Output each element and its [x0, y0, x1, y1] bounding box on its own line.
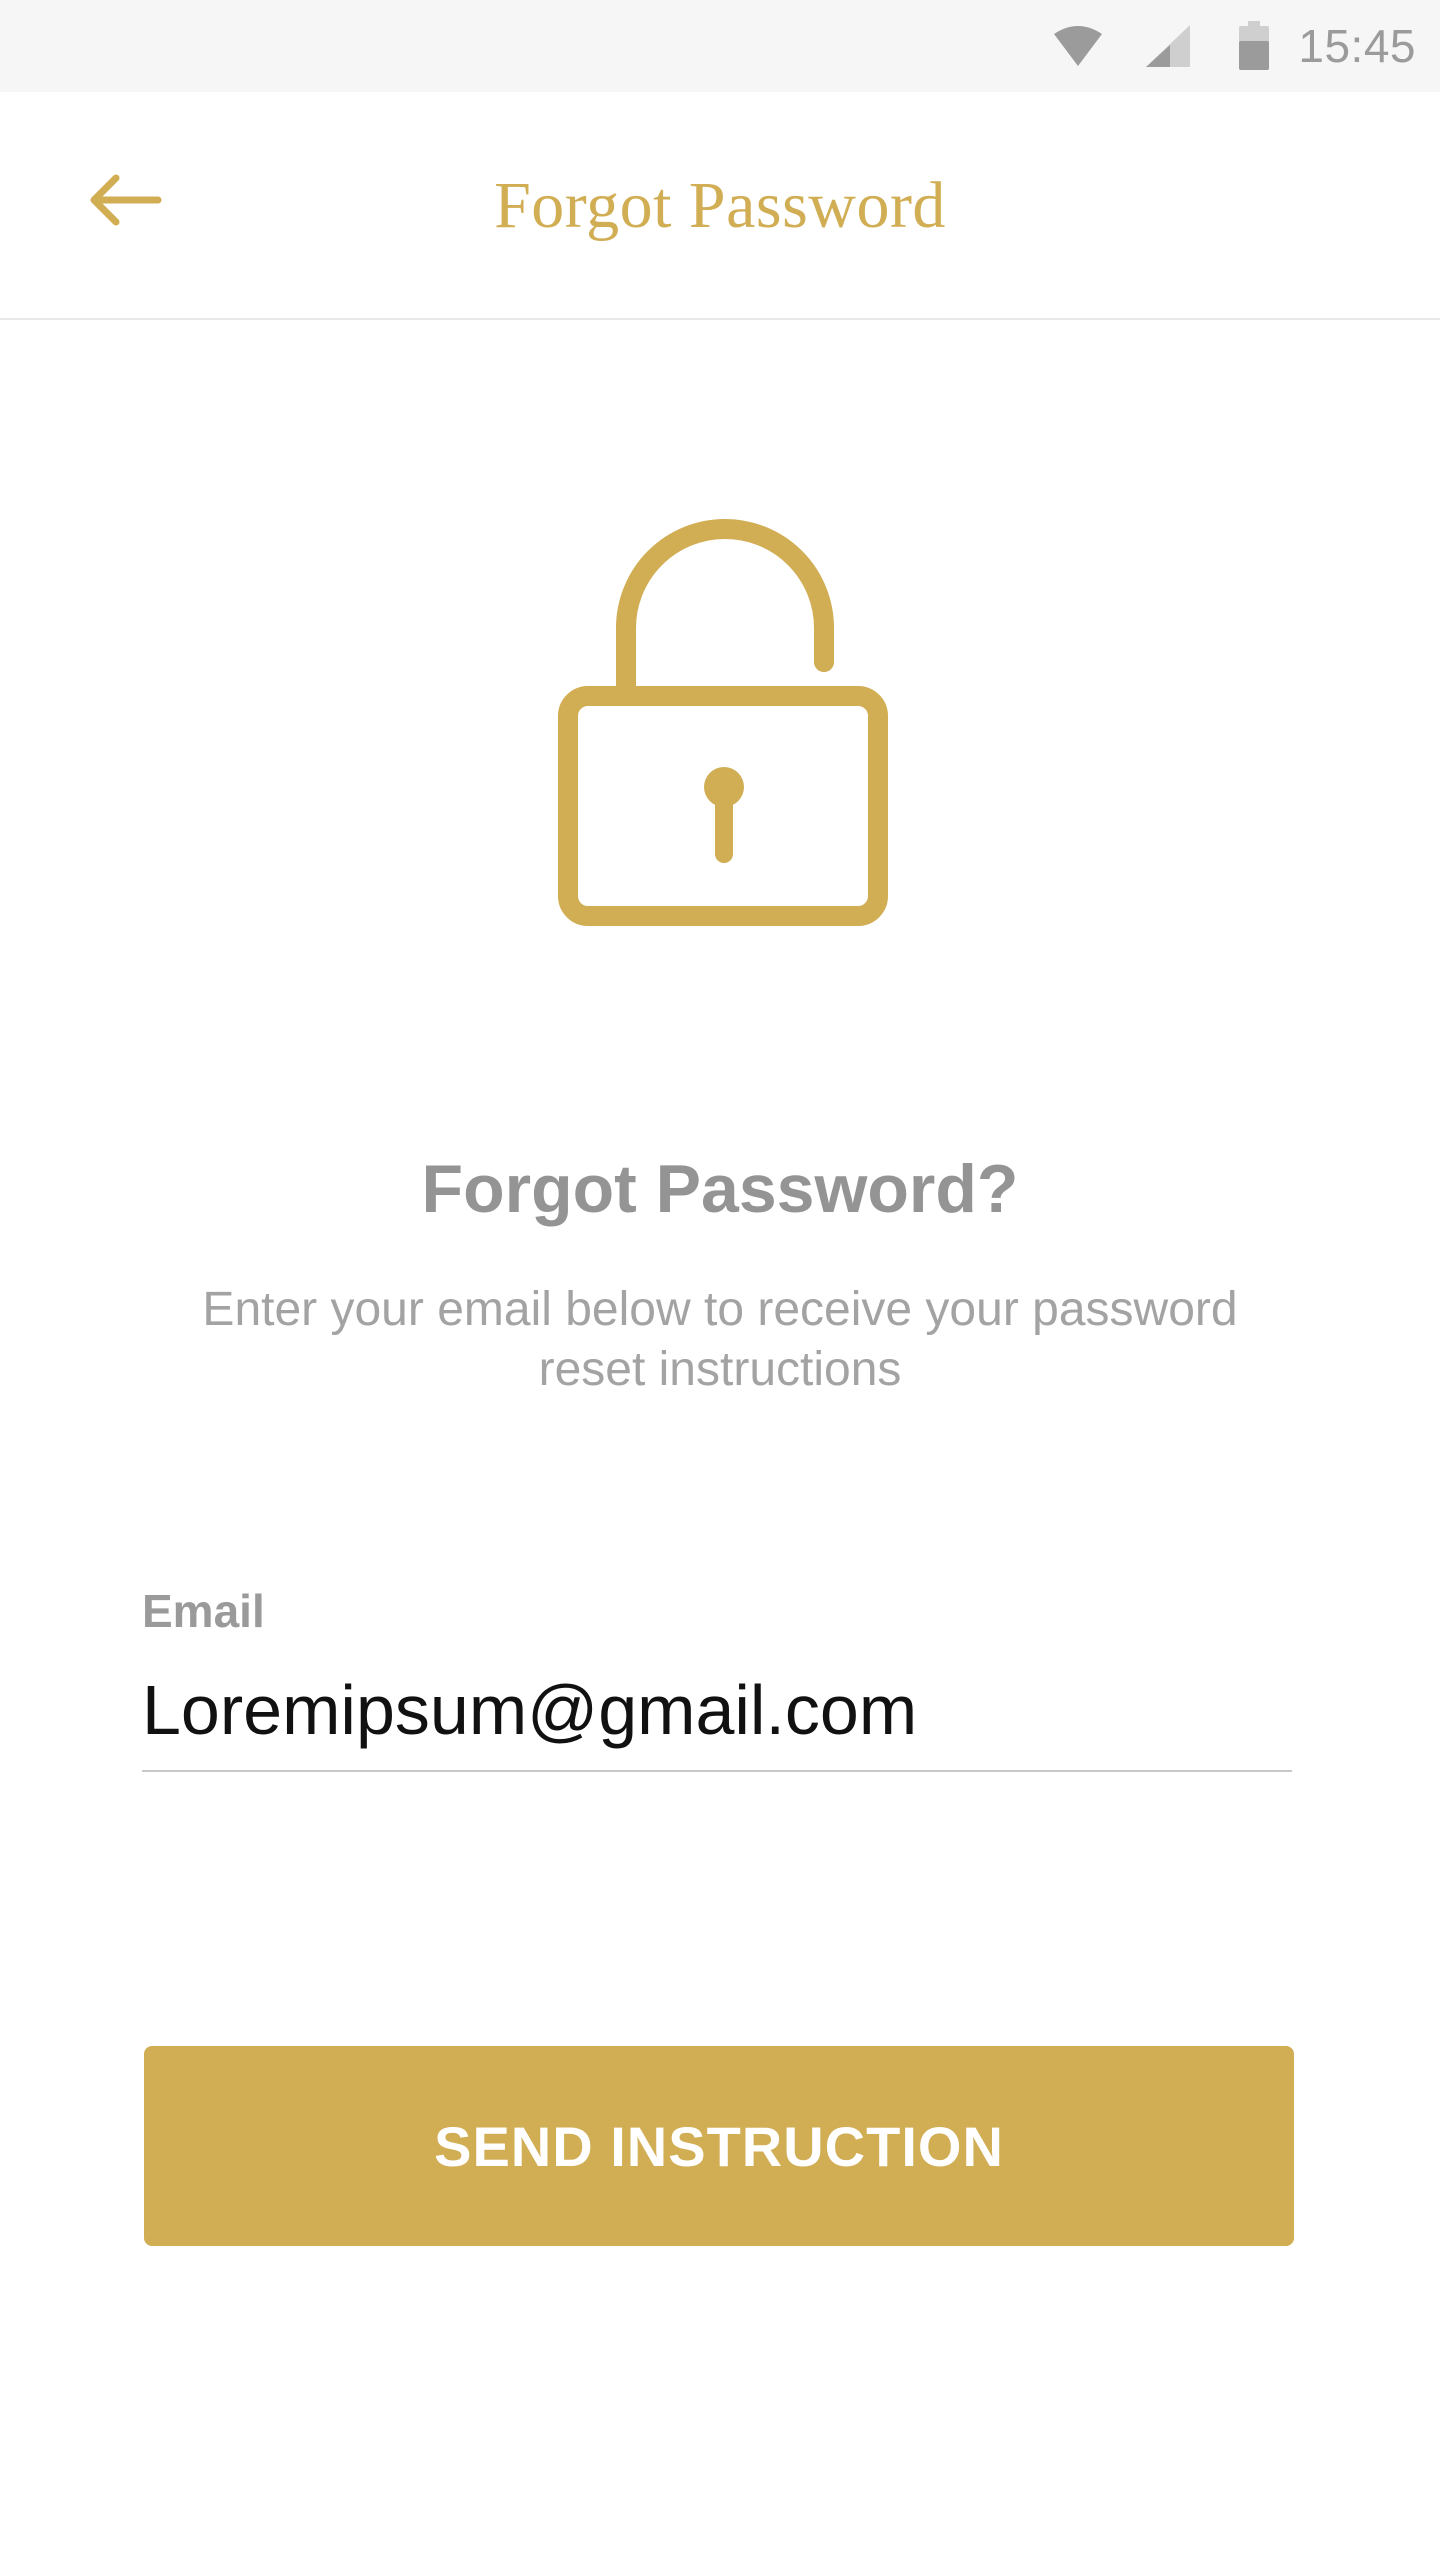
wifi-icon: [1052, 24, 1104, 68]
email-label: Email: [142, 1585, 265, 1637]
send-instruction-button[interactable]: SEND INSTRUCTION: [144, 2046, 1294, 2246]
page-title: Forgot Password: [494, 169, 946, 242]
status-bar: 15:45: [0, 0, 1440, 92]
status-icons: 15:45: [1052, 0, 1416, 92]
battery-icon: [1238, 21, 1270, 71]
app-bar: Forgot Password: [0, 92, 1440, 320]
status-time: 15:45: [1298, 20, 1416, 72]
padlock-icon: [550, 510, 900, 940]
instructions-text: Enter your email below to receive your p…: [202, 1283, 1238, 1396]
forgot-password-heading: Forgot Password?: [421, 1151, 1019, 1227]
signal-icon: [1144, 23, 1192, 69]
email-field[interactable]: [142, 1650, 1292, 1772]
